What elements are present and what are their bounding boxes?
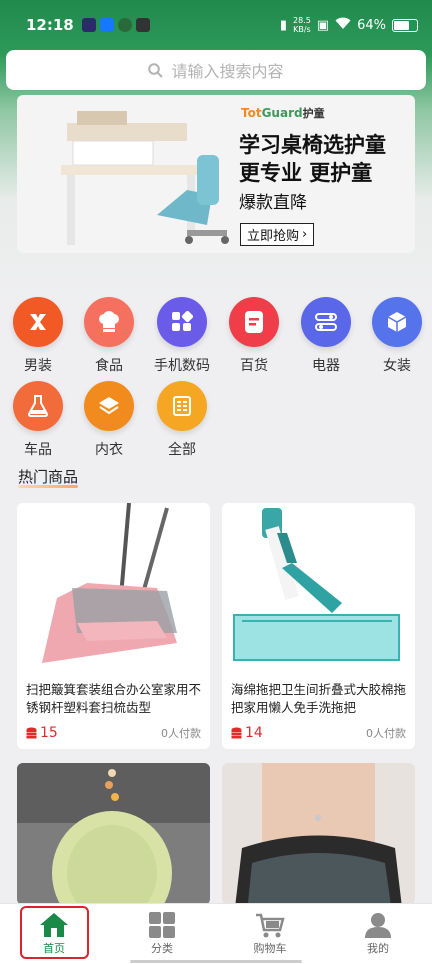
brand-logo-part1: Tot — [241, 106, 262, 120]
status-time: 12:18 — [26, 16, 74, 34]
menswear-icon — [13, 297, 63, 347]
tab-label: 购物车 — [253, 942, 287, 955]
category-label: 女装 — [383, 358, 411, 374]
product-price-value: 15 — [40, 725, 58, 741]
product-price: 14 — [231, 725, 263, 741]
search-icon — [148, 62, 164, 78]
broom-dustpan-image — [17, 503, 210, 673]
tab-label: 分类 — [151, 942, 173, 955]
banner-subtitle: 爆款直降 — [239, 193, 307, 213]
brand-logo-cn: 护童 — [302, 107, 325, 120]
net-speed-value: 28.5 — [292, 16, 311, 25]
product-meta: 15 0人付款 — [17, 717, 210, 749]
category-underwear[interactable]: 内衣 — [73, 381, 145, 459]
net-speed: 28.5 KB/s — [293, 16, 311, 34]
product-card[interactable]: 海绵拖把卫生间折叠式大胶棉拖把家用懒人免手洗拖把 14 0人付款 — [222, 503, 415, 749]
desk-chair-illustration — [61, 111, 229, 245]
promo-banner[interactable]: TotGuard护童 学习桌椅选护童 更专业 更护童 爆款直降 立即抢购 › — [17, 95, 415, 253]
product-price: 15 — [26, 725, 58, 741]
product-price-value: 14 — [245, 725, 263, 741]
banner-headline-2: 更专业 更护童 — [239, 161, 373, 185]
brand-logo: TotGuard护童 — [241, 105, 325, 121]
vibrate-icon: ▮ — [279, 17, 287, 33]
battery-icon — [392, 18, 418, 32]
net-speed-unit: KB/s — [293, 25, 311, 34]
brand-logo-part2: Guard — [261, 106, 303, 120]
category-womenswear[interactable]: 女装 — [361, 297, 432, 375]
cube-icon — [372, 297, 422, 347]
coin-stack-icon — [231, 727, 242, 739]
category-grid-icon — [149, 912, 175, 938]
product-card[interactable] — [17, 763, 210, 905]
search-placeholder: 请输入搜索内容 — [171, 62, 284, 81]
category-label: 男装 — [24, 358, 52, 374]
category-label: 车品 — [24, 442, 52, 458]
list-icon — [157, 381, 207, 431]
category-label: 百货 — [240, 358, 268, 374]
sim-icon: ▣ — [316, 17, 330, 33]
tab-profile[interactable]: 我的 — [324, 904, 432, 964]
message-app-icon — [135, 18, 150, 32]
category-food[interactable]: 食品 — [73, 297, 145, 375]
category-appliances[interactable]: 电器 — [290, 297, 362, 375]
category-label: 电器 — [312, 358, 340, 374]
product-name: 扫把簸箕套装组合办公室家用不锈钢杆塑料套扫梳齿型 — [26, 682, 202, 715]
wifi-icon — [335, 17, 351, 34]
category-label: 内衣 — [95, 442, 123, 458]
jade-pendant-image — [17, 763, 210, 905]
tab-cart[interactable]: 购物车 — [216, 904, 324, 964]
category-car-goods[interactable]: 车品 — [2, 381, 74, 459]
app-notification-icon — [81, 18, 96, 32]
product-card[interactable]: 扫把簸箕套装组合办公室家用不锈钢杆塑料套扫梳齿型 15 0人付款 — [17, 503, 210, 749]
tab-category[interactable]: 分类 — [108, 904, 216, 964]
alipay-icon — [99, 18, 114, 32]
chevron-right-icon: › — [302, 227, 308, 242]
category-general-goods[interactable]: 百货 — [218, 297, 290, 375]
layers-icon — [84, 381, 134, 431]
product-paid-count: 0人付款 — [366, 727, 406, 740]
coin-stack-icon — [26, 727, 37, 739]
buy-now-button[interactable]: 立即抢购 › — [240, 223, 315, 246]
home-indicator — [130, 960, 302, 963]
category-all[interactable]: 全部 — [146, 381, 218, 459]
leaf-app-icon — [117, 18, 132, 32]
section-title: 热门商品 — [18, 468, 79, 486]
mop-image — [222, 503, 415, 673]
product-card[interactable] — [222, 763, 415, 905]
category-menswear[interactable]: 男装 — [2, 297, 74, 375]
product-name: 海绵拖把卫生间折叠式大胶棉拖把家用懒人免手洗拖把 — [231, 682, 407, 715]
toggle-icon — [301, 297, 351, 347]
lace-top-image — [222, 763, 415, 905]
category-label: 食品 — [95, 358, 123, 374]
category-digital[interactable]: 手机数码 — [146, 297, 218, 375]
chef-hat-icon — [84, 297, 134, 347]
user-icon — [365, 913, 391, 938]
product-paid-count: 0人付款 — [161, 727, 201, 740]
status-bar: 12:18 ▮ 28.5 KB/s ▣ 64% — [0, 0, 432, 50]
grid-icon — [157, 297, 207, 347]
battery-percent: 64% — [357, 17, 386, 33]
tab-label: 我的 — [367, 942, 389, 955]
category-label: 手机数码 — [154, 358, 210, 374]
home-tab-highlight — [20, 906, 89, 959]
section-title-underline — [18, 485, 78, 488]
search-input[interactable]: 请输入搜索内容 — [6, 50, 426, 90]
category-label: 全部 — [168, 442, 196, 458]
flask-icon — [13, 381, 63, 431]
document-icon — [229, 297, 279, 347]
cart-icon — [256, 913, 285, 938]
banner-headline-1: 学习桌椅选护童 — [239, 133, 386, 157]
product-meta: 14 0人付款 — [222, 717, 415, 749]
buy-now-label: 立即抢购 — [247, 229, 300, 244]
